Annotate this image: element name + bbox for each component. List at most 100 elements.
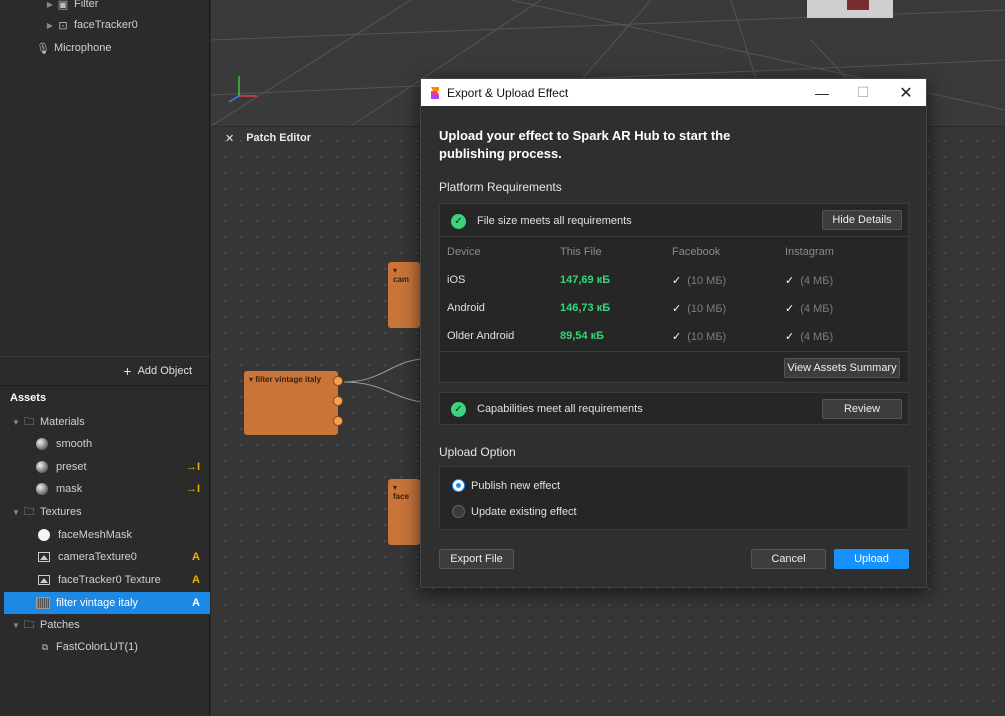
upload-option-label: Upload Option <box>439 445 516 459</box>
scene-item-label: faceTracker0 <box>74 19 138 31</box>
upload-options-box: Publish new effect Update existing effec… <box>439 466 909 530</box>
divider <box>440 236 908 237</box>
capabilities-status: Capabilities meet all requirements <box>477 403 643 415</box>
patch-editor-tab[interactable]: ✕ Patch Editor <box>211 127 421 149</box>
close-dialog-icon[interactable]: ✕ <box>884 79 928 106</box>
microphone-icon: 🎙 <box>36 42 50 55</box>
update-existing-radio[interactable] <box>452 505 465 518</box>
checkmark-icon: ✓ <box>672 331 682 343</box>
view-assets-summary-button[interactable]: View Assets Summary <box>784 358 900 378</box>
publish-new-radio[interactable] <box>452 479 465 492</box>
asset-tag: A <box>192 597 200 609</box>
asset-item-filter-vintage-italy[interactable]: filter vintage italy A <box>4 592 210 614</box>
close-icon[interactable]: ✕ <box>225 132 234 145</box>
patch-node-camera[interactable]: ▾ cam <box>388 262 420 328</box>
dialog-titlebar[interactable]: Export & Upload Effect — ☐ ✕ <box>421 79 926 106</box>
collapse-arrow-icon[interactable]: ▼ <box>10 508 22 517</box>
requirements-box: ✓ File size meets all requirements Hide … <box>439 203 909 383</box>
col-header-instagram: Instagram <box>785 246 834 258</box>
file-size-status: File size meets all requirements <box>477 215 632 227</box>
maximize-icon[interactable]: ☐ <box>841 79 885 106</box>
node-expand-icon: ▾ <box>393 266 398 275</box>
patch-icon: ⧉ <box>41 641 49 652</box>
row-size: 89,54 кБ <box>560 330 604 342</box>
node-label: cam <box>393 275 410 284</box>
success-check-icon: ✓ <box>451 214 466 229</box>
col-header-facebook: Facebook <box>672 246 721 258</box>
success-check-icon: ✓ <box>451 402 466 417</box>
asset-label: smooth <box>56 438 93 450</box>
node-expand-icon: ▾ <box>393 483 398 492</box>
assets-folder-patches[interactable]: ▼ 🗀 Patches <box>10 615 80 635</box>
row-facebook: ✓ (10 МБ) <box>672 275 727 287</box>
add-port-icon[interactable] <box>333 396 343 406</box>
export-file-button[interactable]: Export File <box>439 549 514 569</box>
spark-ar-logo-icon <box>431 86 439 99</box>
update-existing-label[interactable]: Update existing effect <box>471 506 577 518</box>
dialog-heading: Upload your effect to Spark AR Hub to st… <box>439 128 731 161</box>
export-upload-dialog: Export & Upload Effect — ☐ ✕ Upload your… <box>420 78 927 588</box>
collapse-arrow-icon[interactable]: ▼ <box>10 621 22 630</box>
minimize-icon[interactable]: — <box>800 79 844 106</box>
material-icon <box>36 461 48 473</box>
folder-label: Materials <box>40 416 85 428</box>
asset-label: filter vintage italy <box>56 597 138 609</box>
scene-item-label: Filter <box>74 0 99 10</box>
row-instagram: ✓ (4 МБ) <box>785 275 834 287</box>
asset-label: faceTracker0 Texture <box>58 574 161 586</box>
publish-new-label[interactable]: Publish new effect <box>471 480 560 492</box>
add-object-label: Add Object <box>137 364 192 377</box>
texture-icon <box>38 529 50 541</box>
material-icon <box>36 438 48 450</box>
asset-label: mask <box>56 483 83 495</box>
asset-item-facetracker-texture[interactable]: faceTracker0 Texture A <box>38 570 210 590</box>
patch-node-facetracker[interactable]: ▾ face <box>388 479 420 545</box>
scene-item-microphone[interactable]: 🎙 Microphone <box>36 38 111 58</box>
image-icon <box>38 552 50 562</box>
assets-folder-materials[interactable]: ▼ 🗀 Materials <box>10 412 85 432</box>
cancel-button[interactable]: Cancel <box>751 549 826 569</box>
add-port-icon[interactable] <box>333 416 343 426</box>
material-icon <box>36 483 48 495</box>
node-label: face <box>393 492 410 501</box>
asset-item-mask[interactable]: mask →I <box>36 479 210 499</box>
asset-tag: A <box>192 551 200 563</box>
output-port-icon[interactable] <box>333 376 343 386</box>
scene-item-label: Microphone <box>54 42 112 54</box>
lut-thumbnail-icon <box>36 597 50 609</box>
col-header-this-file: This File <box>560 246 602 258</box>
scene-item-facetracker[interactable]: ▶ ⊡ faceTracker0 <box>44 15 138 35</box>
add-object-button[interactable]: + Add Object <box>0 356 210 384</box>
assets-folder-textures[interactable]: ▼ 🗀 Textures <box>10 502 82 522</box>
left-panel: ▶ ▣ Filter ▶ ⊡ faceTracker0 🎙 Microphone… <box>0 0 210 716</box>
asset-item-preset[interactable]: preset →I <box>36 457 210 477</box>
asset-item-cameratexture[interactable]: cameraTexture0 A <box>38 547 210 567</box>
review-button[interactable]: Review <box>822 399 902 419</box>
row-device: Older Android <box>447 330 515 342</box>
patch-node-filter-vintage-italy[interactable]: ▾ filter vintage italy <box>244 371 343 435</box>
folder-icon: 🗀 <box>23 618 35 631</box>
hide-details-button[interactable]: Hide Details <box>822 210 902 230</box>
folder-icon: 🗀 <box>23 505 35 518</box>
folder-label: Patches <box>40 619 80 631</box>
face-tracker-icon: ⊡ <box>58 19 68 32</box>
row-size: 146,73 кБ <box>560 302 611 314</box>
row-device: Android <box>447 302 485 314</box>
row-device: iOS <box>447 274 466 286</box>
upload-button[interactable]: Upload <box>834 549 909 569</box>
scene-item-filter[interactable]: ▶ ▣ Filter <box>44 0 99 14</box>
checkmark-icon: ✓ <box>672 303 682 315</box>
checkmark-icon: ✓ <box>785 275 795 287</box>
expand-arrow-icon[interactable]: ▶ <box>44 0 56 9</box>
expand-arrow-icon[interactable]: ▶ <box>44 21 56 30</box>
link-arrow-icon: →I <box>185 483 200 495</box>
asset-item-smooth[interactable]: smooth <box>36 434 210 454</box>
row-facebook: ✓ (10 МБ) <box>672 303 727 315</box>
asset-item-facemeshmask[interactable]: faceMeshMask <box>38 525 210 545</box>
asset-item-fastcolorlut[interactable]: ⧉ FastColorLUT(1) <box>38 637 138 657</box>
patch-editor-title: Patch Editor <box>246 132 312 144</box>
collapse-arrow-icon[interactable]: ▼ <box>10 418 22 427</box>
dialog-title: Export & Upload Effect <box>447 85 569 100</box>
assets-header: Assets <box>0 385 210 410</box>
image-icon <box>38 575 50 585</box>
